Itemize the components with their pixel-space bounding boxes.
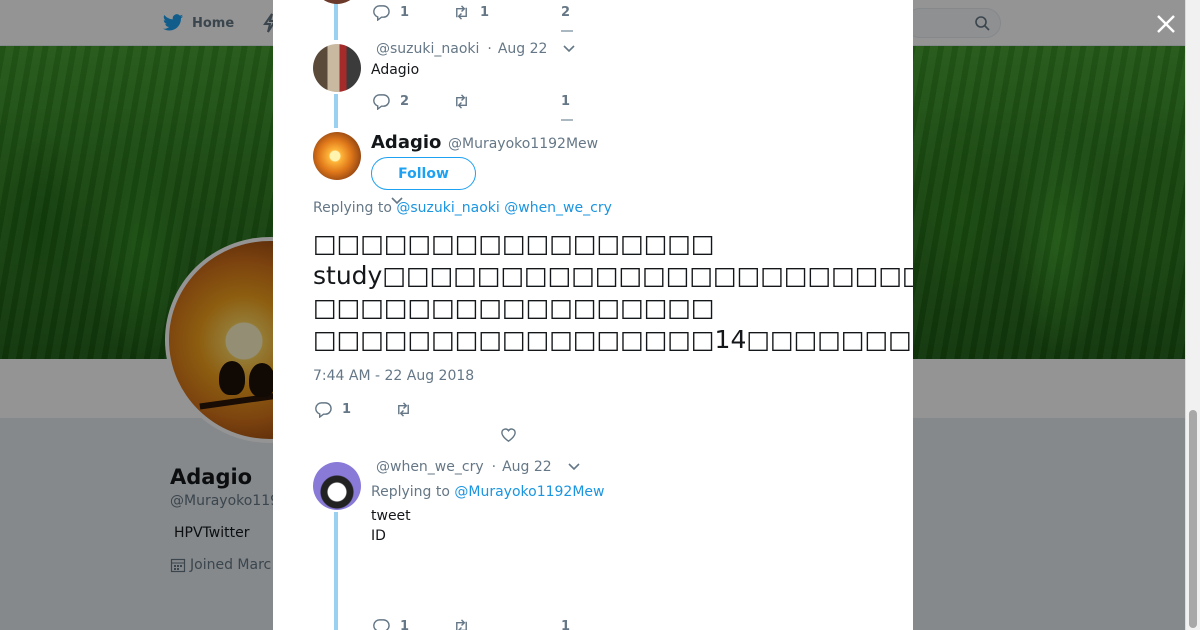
author-name[interactable]: Adagio [371, 132, 441, 153]
like-indicator [561, 119, 573, 121]
avatar[interactable] [313, 462, 361, 510]
avatar[interactable] [313, 0, 361, 4]
replying-to: Replying to @suzuki_naoki @when_we_cry [313, 200, 612, 216]
like-count[interactable]: 1 [561, 94, 570, 109]
replying-to: Replying to @Murayoko1192Mew [371, 482, 604, 502]
tweet-header: @when_we_cry · Aug 22 [376, 459, 580, 475]
chevron-down-icon[interactable] [563, 45, 576, 53]
tweet-actions: 1 [315, 401, 495, 418]
reply-action[interactable]: 2 [373, 93, 453, 110]
tweet-text: □□□□□□□□□□□□□□□□□ study□□□□□□□□□□□□□□□□□□… [313, 228, 913, 356]
replying-prefix: Replying to [371, 484, 450, 500]
like-count[interactable]: 2 [561, 5, 570, 20]
reply-count: 1 [342, 402, 352, 417]
retweet-count: 1 [480, 5, 490, 20]
retweet-icon [456, 94, 467, 109]
tweet-text-line: □□□□□□□□□□□□□□□□□ [313, 229, 715, 258]
retweet-icon [456, 5, 467, 20]
tweet-modal: 1 1 2 @suzuki_naoki · Aug 22 Adagio 2 1 … [273, 0, 913, 630]
reply-count: 1 [400, 619, 410, 630]
tweet-handle[interactable]: @suzuki_naoki [376, 41, 479, 57]
close-icon[interactable] [1152, 10, 1180, 38]
reply-action[interactable]: 1 [373, 618, 453, 630]
like-count[interactable]: 1 [561, 619, 570, 630]
thread-line [334, 512, 338, 630]
retweet-action[interactable] [395, 401, 495, 418]
avatar[interactable] [313, 44, 361, 92]
page-scrollbar[interactable] [1185, 0, 1200, 630]
replying-prefix: Replying to [313, 200, 392, 216]
reply-action[interactable]: 1 [315, 401, 395, 418]
retweet-action[interactable] [453, 618, 553, 630]
retweet-action[interactable] [453, 93, 553, 110]
reply-count: 2 [400, 94, 410, 109]
mention-link[interactable]: @Murayoko1192Mew [454, 484, 604, 500]
thread-line [334, 0, 338, 40]
author-handle[interactable]: @Murayoko1192Mew [448, 136, 598, 152]
retweet-action[interactable]: 1 [453, 4, 553, 21]
reply-icon [373, 5, 390, 21]
tweet-text-line: □□□□□□□□□□□□□□□□□ [313, 293, 715, 322]
tweet-text: tweet ID [371, 506, 411, 546]
tweet-text: Adagio [371, 62, 420, 78]
reply-count: 1 [400, 5, 410, 20]
mention-link[interactable]: @when_we_cry [504, 200, 612, 216]
chevron-down-icon[interactable] [568, 463, 580, 471]
tweet-header: @suzuki_naoki · Aug 22 [376, 41, 576, 57]
reply-action[interactable]: 1 [373, 4, 453, 21]
tweet-text-line: ID [371, 528, 386, 544]
tweet-text-line: tweet [371, 508, 411, 524]
avatar[interactable] [313, 132, 361, 180]
header-separator: · [487, 41, 492, 57]
retweet-icon [398, 402, 409, 417]
tweet-handle[interactable]: @when_we_cry [376, 459, 484, 475]
reply-icon [315, 402, 332, 418]
header-separator: · [491, 459, 497, 475]
reply-icon [373, 94, 390, 110]
reply-icon [373, 619, 390, 630]
tweet-date[interactable]: Aug 22 [498, 41, 548, 57]
heart-icon[interactable] [500, 426, 517, 443]
follow-button[interactable]: Follow [371, 157, 476, 190]
scrollbar-thumb[interactable] [1189, 410, 1197, 628]
tweet-actions: 1 1 [373, 4, 553, 21]
mention-link[interactable]: @suzuki_naoki [396, 200, 499, 216]
tweet-timestamp[interactable]: 7:44 AM - 22 Aug 2018 [313, 368, 474, 384]
tweet-actions: 2 [373, 93, 553, 110]
tweet-text-line: □□□□□□□□□□□□□□□□□14□□□□□□□□□□□□□□□□□□□□□… [313, 325, 913, 354]
tweet-actions: 1 [373, 618, 553, 630]
tweet-text-line: study□□□□□□□□□□□□□□□□□□□□□□□□□□□□□□□□□□□… [313, 261, 913, 290]
thread-line [334, 94, 338, 128]
retweet-icon [456, 619, 467, 630]
like-indicator [561, 30, 573, 32]
tweet-date[interactable]: Aug 22 [502, 459, 552, 475]
